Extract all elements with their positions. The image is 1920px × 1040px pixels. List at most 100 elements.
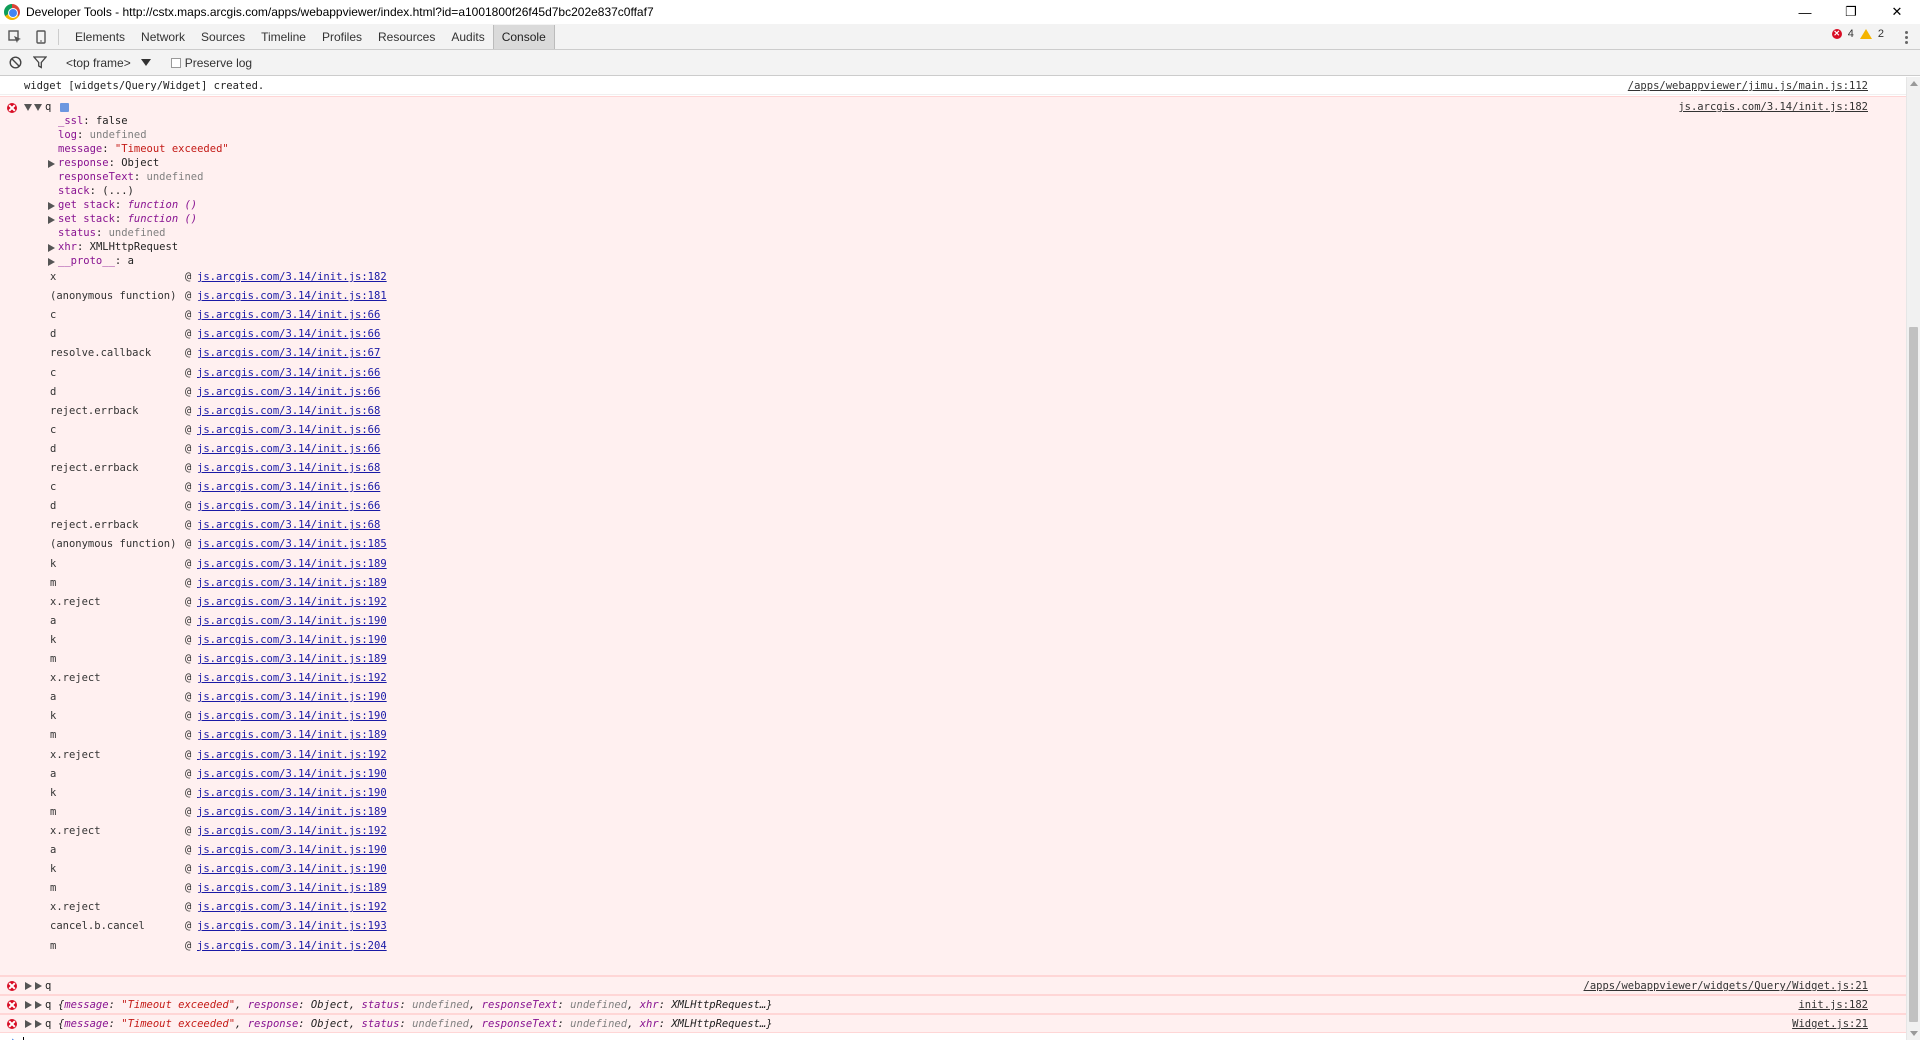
stack-source-link[interactable]: js.arcgis.com/3.14/init.js:192 — [197, 596, 387, 608]
error-object-name[interactable]: q — [45, 1018, 51, 1030]
stack-source-link[interactable]: js.arcgis.com/3.14/init.js:189 — [197, 806, 387, 818]
stack-source-link[interactable]: js.arcgis.com/3.14/init.js:192 — [197, 749, 387, 761]
inspect-element-icon[interactable] — [4, 26, 26, 48]
stack-function-name: d — [50, 328, 57, 341]
tab-profiles[interactable]: Profiles — [314, 25, 370, 49]
stack-source-link[interactable]: js.arcgis.com/3.14/init.js:66 — [197, 500, 380, 512]
stack-source-link[interactable]: js.arcgis.com/3.14/init.js:190 — [197, 863, 387, 875]
property-row[interactable]: response: Object — [0, 157, 600, 171]
device-mode-icon[interactable] — [30, 26, 52, 48]
stack-source-link[interactable]: js.arcgis.com/3.14/init.js:192 — [197, 825, 387, 837]
expand-arrow-icon[interactable] — [35, 1020, 42, 1028]
stack-source-link[interactable]: js.arcgis.com/3.14/init.js:66 — [197, 481, 380, 493]
summary-part: status — [361, 999, 400, 1011]
expand-arrow-icon[interactable] — [48, 258, 55, 266]
stack-source-link[interactable]: js.arcgis.com/3.14/init.js:190 — [197, 615, 387, 627]
tab-console[interactable]: Console — [492, 24, 555, 49]
property-key: xhr — [58, 241, 77, 253]
error-source-link[interactable]: Widget.js:21 — [1792, 1018, 1868, 1030]
expand-arrow-icon[interactable] — [48, 244, 55, 252]
error-source-link[interactable]: /apps/webappviewer/widgets/Query/Widget.… — [1584, 980, 1868, 992]
stack-source-link[interactable]: js.arcgis.com/3.14/init.js:192 — [197, 672, 387, 684]
property-line: xhr: XMLHttpRequest — [58, 241, 178, 253]
preserve-log-checkbox[interactable] — [170, 57, 181, 68]
stack-source-link[interactable]: js.arcgis.com/3.14/init.js:189 — [197, 882, 387, 894]
more-menu-icon[interactable] — [1898, 28, 1914, 46]
stack-source-link[interactable]: js.arcgis.com/3.14/init.js:192 — [197, 901, 387, 913]
frame-selector[interactable]: <top frame> — [66, 56, 151, 70]
stack-source-link[interactable]: js.arcgis.com/3.14/init.js:182 — [197, 271, 387, 283]
property-row[interactable]: get stack: function () — [0, 199, 600, 213]
stack-function-name: resolve.callback — [50, 347, 152, 360]
stack-source-link[interactable]: js.arcgis.com/3.14/init.js:190 — [197, 710, 387, 722]
stack-source-link[interactable]: js.arcgis.com/3.14/init.js:66 — [197, 367, 380, 379]
summary-part: : — [108, 999, 122, 1011]
minimize-button[interactable]: — — [1782, 0, 1828, 24]
stack-source-link[interactable]: js.arcgis.com/3.14/init.js:190 — [197, 691, 387, 703]
tab-elements[interactable]: Elements — [67, 25, 133, 49]
window-controls: — ❐ ✕ — [1782, 0, 1920, 24]
tab-timeline[interactable]: Timeline — [253, 25, 314, 49]
expand-arrow-icon[interactable] — [48, 216, 55, 224]
error-warning-counts[interactable]: ✕ 4 2 — [1831, 28, 1884, 40]
stack-source-link[interactable]: js.arcgis.com/3.14/init.js:190 — [197, 768, 387, 780]
stack-at-symbol: @ — [185, 519, 192, 532]
error-object-name[interactable]: q — [45, 101, 51, 113]
property-row[interactable]: __proto__: a — [0, 255, 600, 269]
expand-arrow-icon[interactable] — [25, 982, 32, 990]
property-row[interactable]: set stack: function () — [0, 213, 600, 227]
scroll-down-arrow-icon[interactable] — [1910, 1031, 1918, 1036]
scroll-up-arrow-icon[interactable] — [1910, 81, 1918, 86]
tab-sources[interactable]: Sources — [193, 25, 253, 49]
stack-source-link[interactable]: js.arcgis.com/3.14/init.js:190 — [197, 844, 387, 856]
stack-source-link[interactable]: js.arcgis.com/3.14/init.js:68 — [197, 405, 380, 417]
stack-source-link[interactable]: js.arcgis.com/3.14/init.js:189 — [197, 729, 387, 741]
tab-network[interactable]: Network — [133, 25, 193, 49]
error-source-link[interactable]: init.js:182 — [1798, 999, 1868, 1011]
stack-source-link[interactable]: js.arcgis.com/3.14/init.js:204 — [197, 940, 387, 952]
stack-source-link[interactable]: js.arcgis.com/3.14/init.js:185 — [197, 538, 387, 550]
stack-source-link[interactable]: js.arcgis.com/3.14/init.js:66 — [197, 386, 380, 398]
tab-resources[interactable]: Resources — [370, 25, 443, 49]
console-output: widget [widgets/Query/Widget] created. /… — [0, 77, 1906, 1040]
filter-icon[interactable] — [30, 53, 50, 73]
stack-source-link[interactable]: js.arcgis.com/3.14/init.js:193 — [197, 920, 387, 932]
stack-at-symbol: @ — [185, 805, 192, 818]
stack-source-link[interactable]: js.arcgis.com/3.14/init.js:66 — [197, 309, 380, 321]
stack-source-link[interactable]: js.arcgis.com/3.14/init.js:189 — [197, 653, 387, 665]
expand-arrow-icon[interactable] — [48, 202, 55, 210]
stack-source-link[interactable]: js.arcgis.com/3.14/init.js:189 — [197, 558, 387, 570]
stack-source-link[interactable]: js.arcgis.com/3.14/init.js:67 — [197, 347, 380, 359]
expand-arrow-icon[interactable] — [35, 1001, 42, 1009]
stack-frame: m @ js.arcgis.com/3.14/init.js:189 — [0, 806, 600, 822]
stack-source-link[interactable]: js.arcgis.com/3.14/init.js:190 — [197, 634, 387, 646]
expand-arrow-icon[interactable] — [34, 104, 42, 111]
expand-arrow-icon[interactable] — [24, 104, 32, 111]
expand-arrow-icon[interactable] — [35, 982, 42, 990]
property-row[interactable]: xhr: XMLHttpRequest — [0, 241, 600, 255]
stack-source-link[interactable]: js.arcgis.com/3.14/init.js:66 — [197, 424, 380, 436]
stack-source-link[interactable]: js.arcgis.com/3.14/init.js:66 — [197, 443, 380, 455]
expand-arrow-icon[interactable] — [48, 160, 55, 168]
stack-source-link[interactable]: js.arcgis.com/3.14/init.js:66 — [197, 328, 380, 340]
log-source-link[interactable]: /apps/webappviewer/jimu.js/main.js:112 — [1628, 80, 1868, 92]
error-object-name[interactable]: q — [45, 980, 51, 992]
stack-source-link[interactable]: js.arcgis.com/3.14/init.js:68 — [197, 462, 380, 474]
scrollbar-thumb[interactable] — [1909, 327, 1918, 1022]
restore-button[interactable]: ❐ — [1828, 0, 1874, 24]
console-scrollbar[interactable] — [1906, 77, 1920, 1040]
stack-source-link[interactable]: js.arcgis.com/3.14/init.js:189 — [197, 577, 387, 589]
close-button[interactable]: ✕ — [1874, 0, 1920, 24]
stack-source-link[interactable]: js.arcgis.com/3.14/init.js:181 — [197, 290, 387, 302]
stack-at-symbol: @ — [185, 557, 192, 570]
expand-arrow-icon[interactable] — [25, 1020, 32, 1028]
error-source-link[interactable]: js.arcgis.com/3.14/init.js:182 — [1678, 101, 1868, 113]
stack-source-link[interactable]: js.arcgis.com/3.14/init.js:68 — [197, 519, 380, 531]
stack-source-link[interactable]: js.arcgis.com/3.14/init.js:190 — [197, 787, 387, 799]
error-object-name[interactable]: q — [45, 999, 51, 1011]
tab-audits[interactable]: Audits — [443, 25, 492, 49]
console-prompt[interactable]: › — [0, 1034, 1906, 1040]
clear-console-icon[interactable] — [5, 53, 25, 73]
property-value: (...) — [102, 185, 134, 197]
expand-arrow-icon[interactable] — [25, 1001, 32, 1009]
